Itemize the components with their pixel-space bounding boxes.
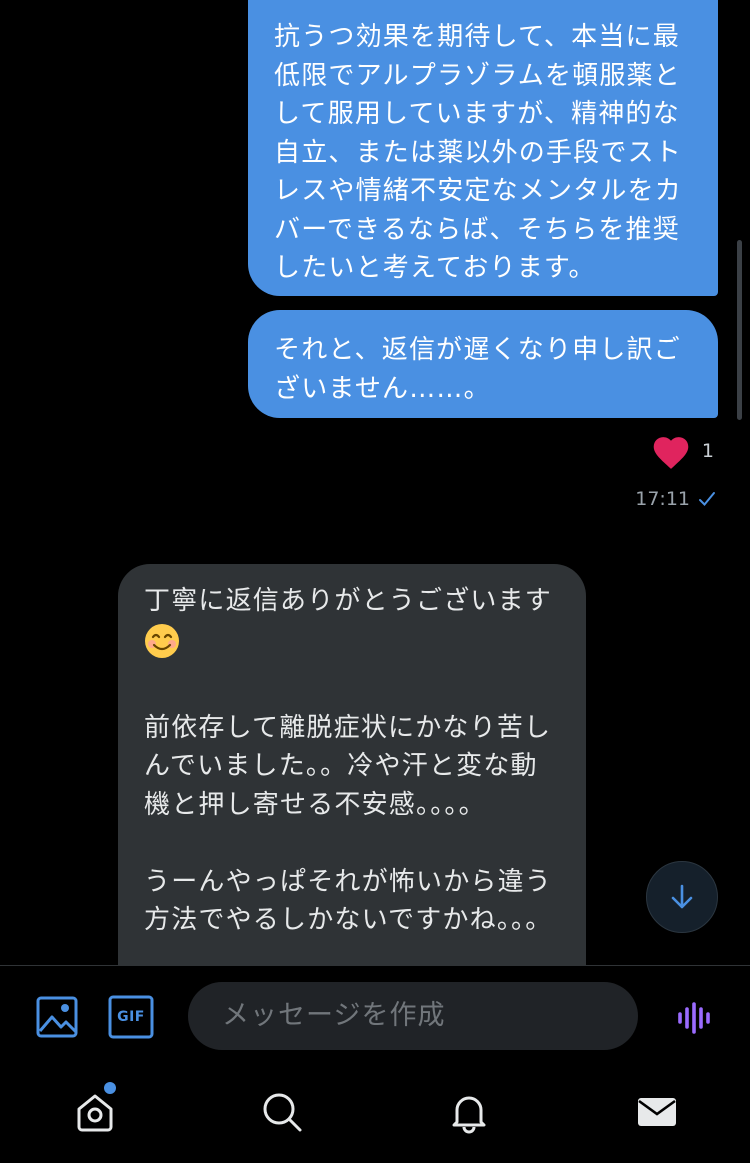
checkmark-icon (699, 492, 715, 506)
message-reaction[interactable]: 1 (650, 432, 714, 470)
message-text: 抗うつ効果を期待して、本当に最低限でアルプラゾラムを頓服薬として服用していますが… (274, 22, 683, 283)
conversation-area: 抗うつ効果を期待して、本当に最低限でアルプラゾラムを頓服薬として服用していますが… (0, 0, 750, 965)
image-button[interactable] (34, 994, 80, 1040)
message-composer: GIF メッセージを作成 (0, 965, 750, 1066)
image-icon (36, 996, 78, 1038)
gif-button[interactable]: GIF (108, 994, 154, 1040)
tab-home[interactable] (70, 1087, 120, 1137)
arrow-down-icon (671, 884, 693, 909)
tab-notifications[interactable] (444, 1087, 494, 1137)
tab-search[interactable] (257, 1087, 307, 1137)
voice-wave-icon (678, 1002, 710, 1034)
heart-icon (653, 437, 689, 469)
message-input-placeholder: メッセージを作成 (222, 1000, 446, 1031)
reaction-count: 1 (701, 440, 714, 462)
incoming-message-bubble[interactable]: 丁寧に返信ありがとうございます 前依存して離脱症状にかなり苦しんでいました。。冷… (118, 564, 586, 965)
gif-label: GIF (117, 1009, 145, 1025)
search-icon (263, 1093, 302, 1132)
home-icon (77, 1094, 113, 1132)
message-input[interactable]: メッセージを作成 (188, 982, 638, 1050)
scrollbar[interactable] (737, 240, 742, 420)
message-text: それと、返信が遅くなり申し訳ございません……。 (274, 335, 681, 404)
message-text: 前依存して離脱症状にかなり苦しんでいました。。冷や汗と変な動機と押し寄せる不安感… (144, 712, 553, 936)
bottom-tab-bar (0, 1065, 750, 1163)
outgoing-message-bubble[interactable]: 抗うつ効果を期待して、本当に最低限でアルプラゾラムを頓服薬として服用していますが… (248, 0, 718, 296)
timestamp-text: 17:11 (635, 488, 690, 510)
outgoing-message-bubble[interactable]: それと、返信が遅くなり申し訳ございません……。 (248, 310, 718, 418)
notification-dot (104, 1082, 116, 1094)
message-text: 丁寧に返信ありがとうございます (144, 586, 553, 616)
scroll-to-bottom-button[interactable] (646, 861, 718, 933)
voice-message-button[interactable] (672, 996, 716, 1040)
message-timestamp: 17:11 (635, 488, 716, 510)
tab-messages[interactable] (632, 1087, 682, 1137)
bell-icon (452, 1096, 486, 1134)
smiling-face-icon (144, 623, 180, 671)
envelope-icon (638, 1098, 676, 1126)
